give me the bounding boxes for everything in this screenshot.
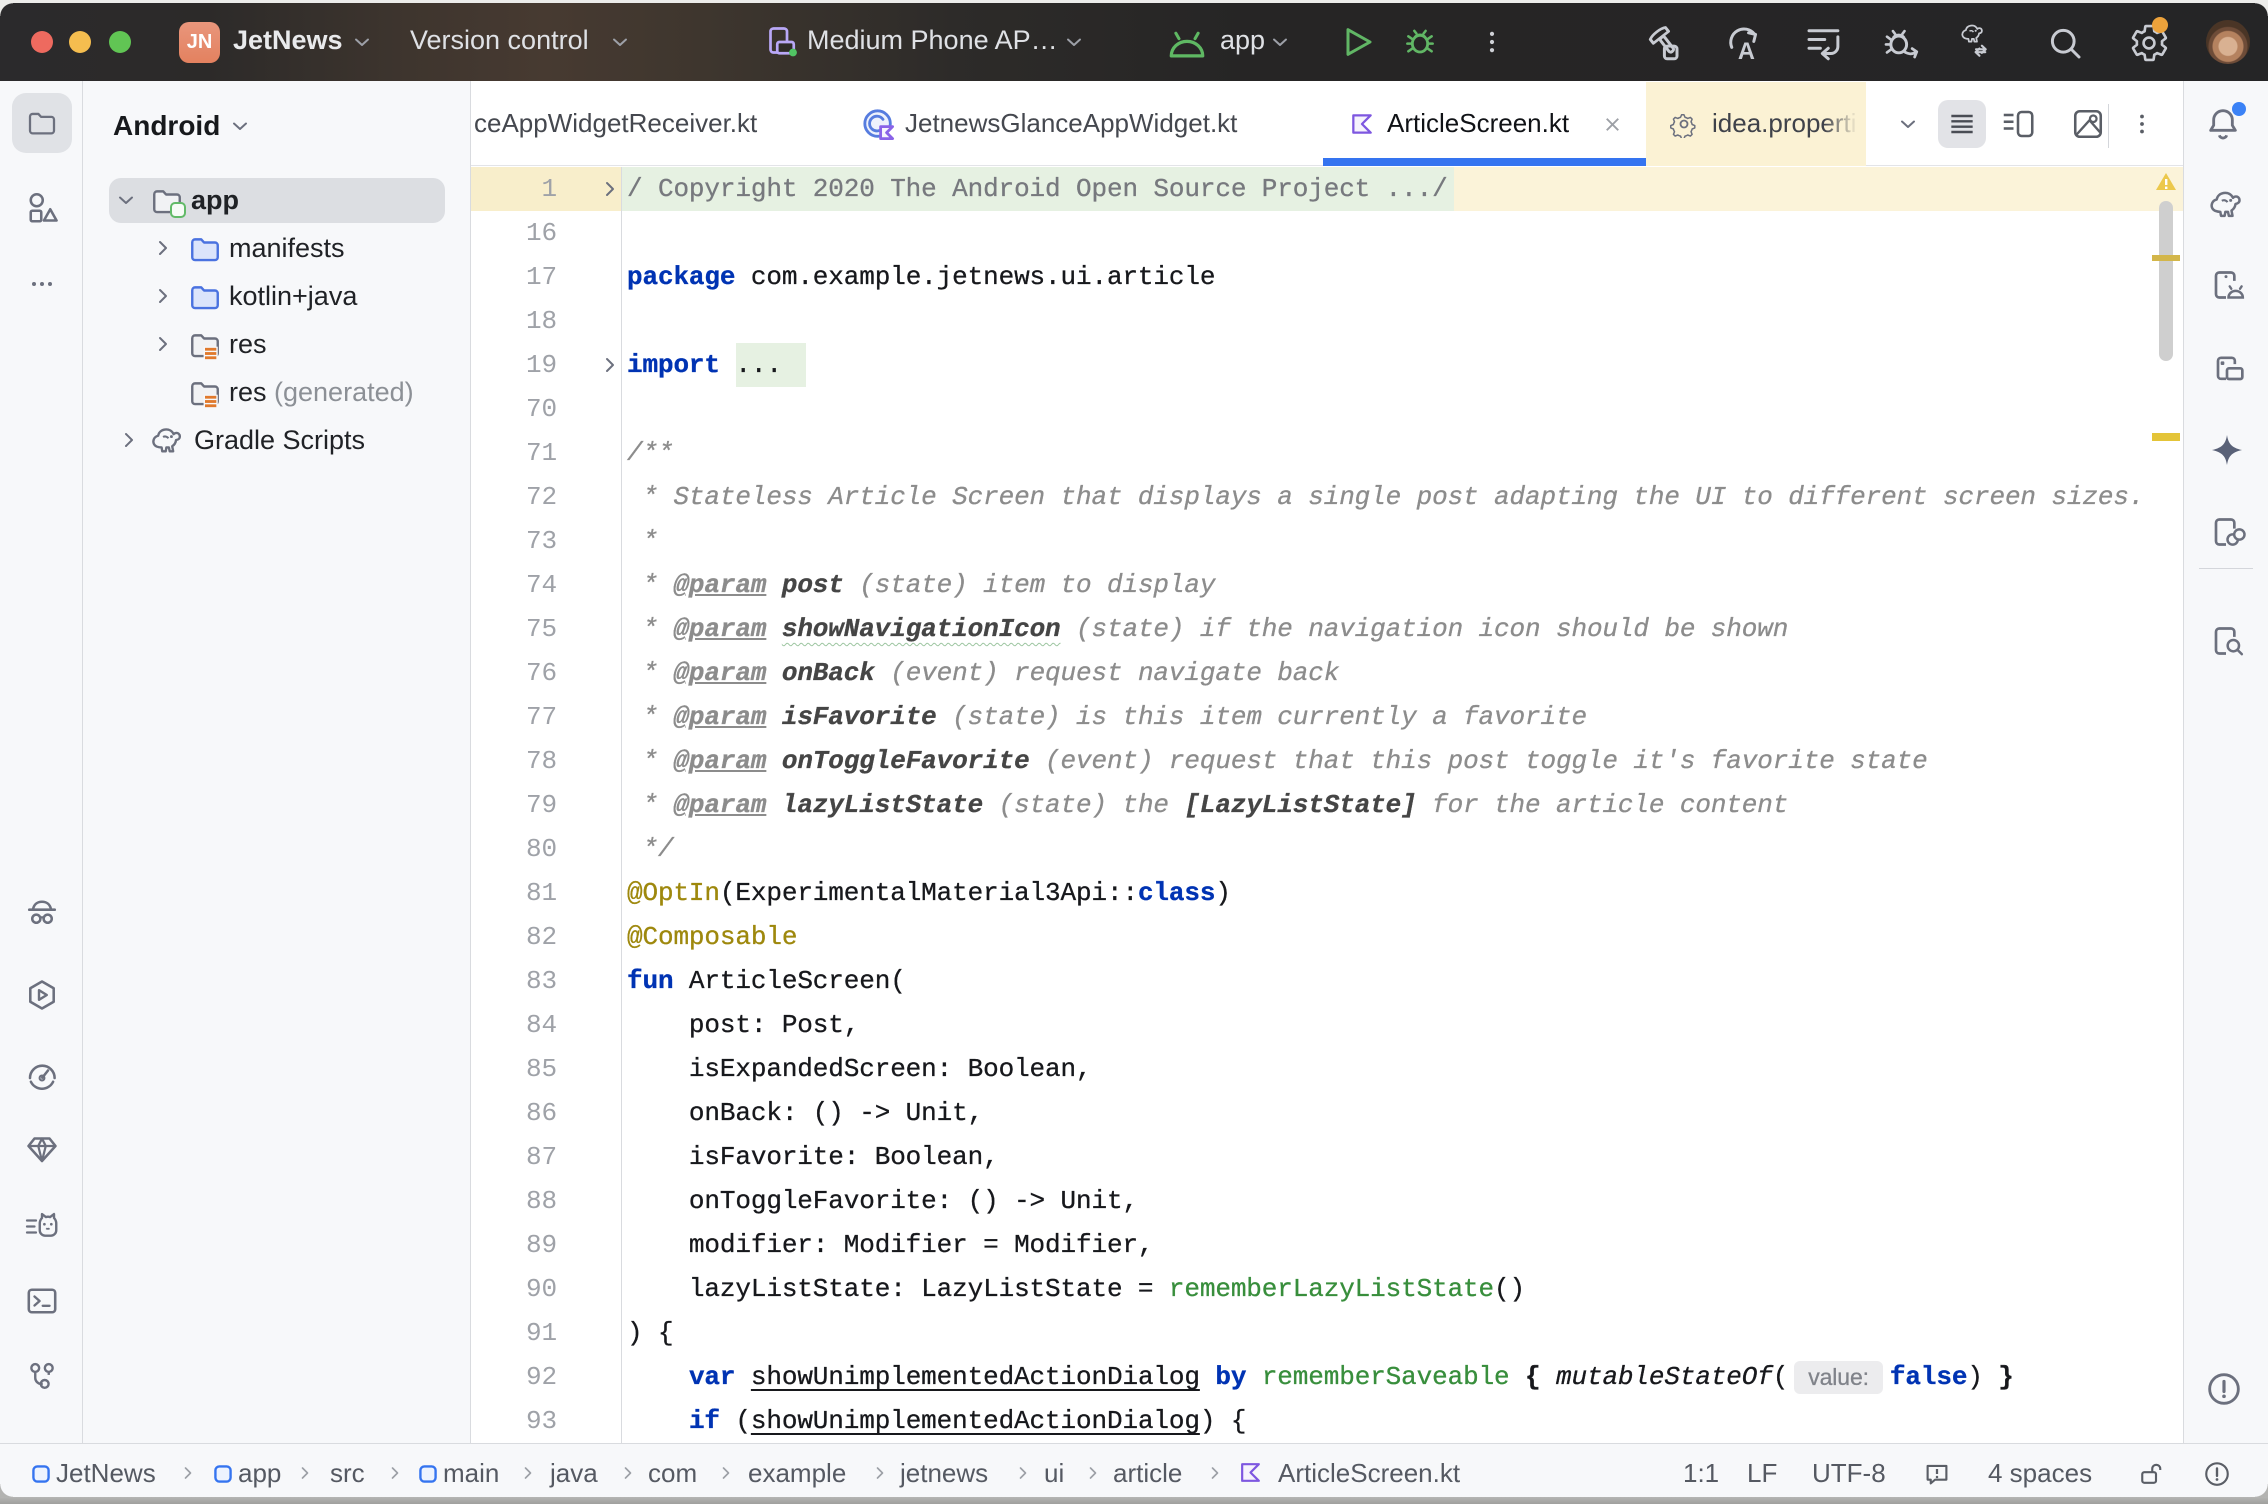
svg-text:A: A [1738,39,1755,64]
